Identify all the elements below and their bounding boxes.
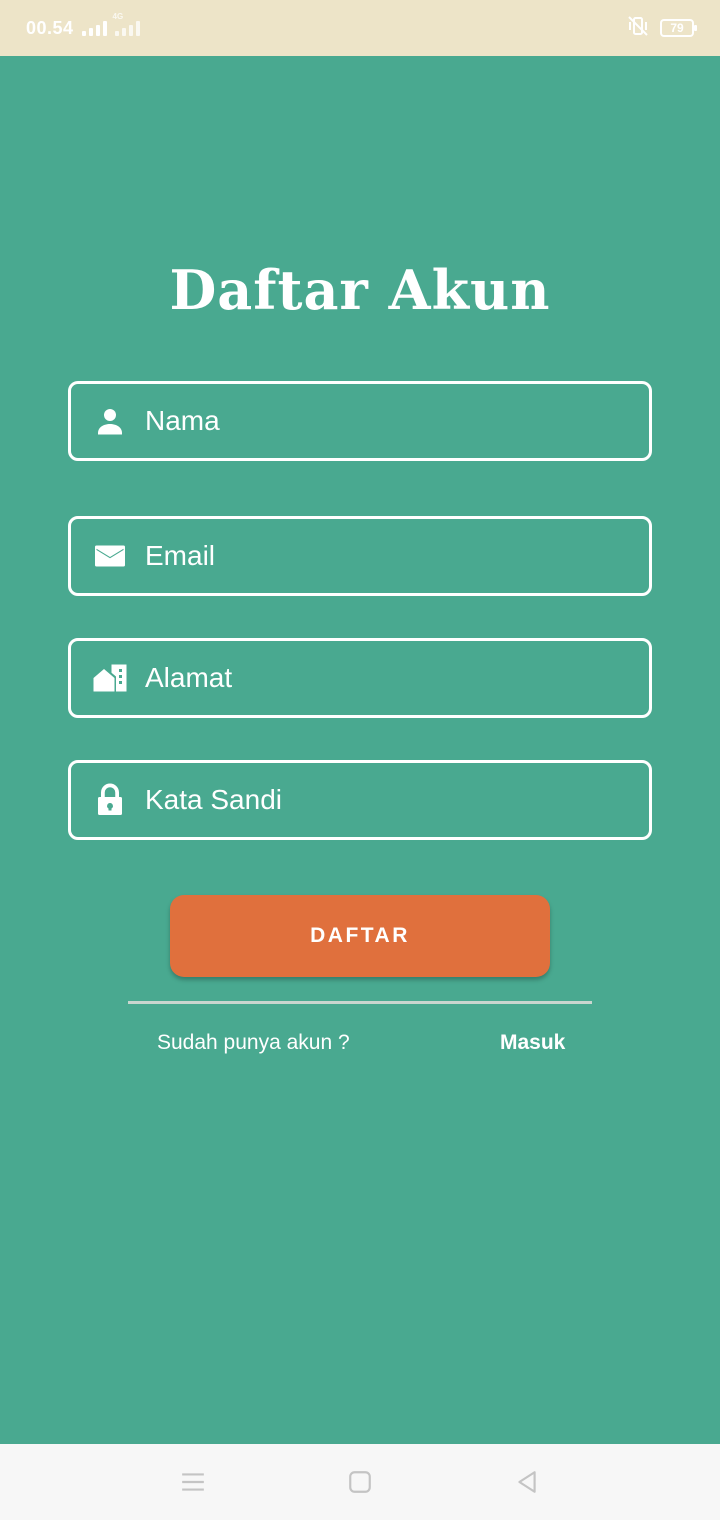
back-icon[interactable] <box>507 1462 547 1502</box>
person-icon <box>91 402 129 440</box>
vibrate-off-icon <box>626 15 650 42</box>
status-right: 79 <box>626 15 697 42</box>
login-link[interactable]: Masuk <box>500 1031 565 1055</box>
status-bar: 00.54 4G 79 <box>0 0 720 56</box>
divider <box>128 1001 592 1004</box>
address-field[interactable] <box>68 638 652 718</box>
signal-4g-icon: 4G <box>113 12 140 36</box>
have-account-text: Sudah punya akun ? <box>157 1031 350 1054</box>
password-field[interactable] <box>68 760 652 840</box>
signal-icon <box>81 20 107 36</box>
status-time: 00.54 <box>26 17 74 38</box>
network-label: 4G <box>112 12 124 21</box>
address-input[interactable] <box>145 648 649 708</box>
email-field[interactable] <box>68 516 652 596</box>
password-input[interactable] <box>145 770 649 830</box>
name-field[interactable] <box>68 381 652 461</box>
name-input[interactable] <box>145 391 649 451</box>
page-title: Daftar Akun <box>169 258 551 322</box>
status-left: 00.54 4G <box>26 12 140 39</box>
house-icon <box>91 659 129 697</box>
mail-icon <box>91 537 129 575</box>
register-button[interactable]: DAFTAR <box>170 895 550 977</box>
navigation-bar <box>0 1444 720 1520</box>
lock-icon <box>91 781 129 819</box>
email-input[interactable] <box>145 526 649 586</box>
home-icon[interactable] <box>340 1462 380 1502</box>
battery-icon: 79 <box>660 19 697 37</box>
battery-level: 79 <box>670 21 684 35</box>
menu-icon[interactable] <box>173 1462 213 1502</box>
